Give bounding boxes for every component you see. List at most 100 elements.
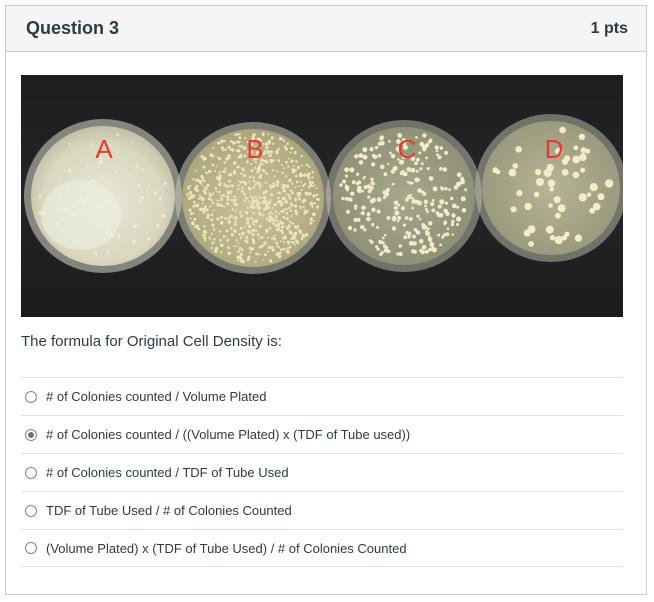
- colony: [269, 219, 272, 222]
- colony: [315, 187, 318, 190]
- colony: [536, 178, 544, 186]
- colony: [300, 188, 303, 192]
- colony: [237, 259, 240, 262]
- colony: [306, 209, 309, 213]
- colony: [198, 194, 201, 197]
- colony: [416, 214, 420, 218]
- colony: [303, 208, 306, 211]
- colony: [222, 235, 225, 238]
- colony: [492, 167, 499, 174]
- colony: [277, 196, 280, 200]
- colony: [207, 197, 211, 201]
- answer-option[interactable]: TDF of Tube Used / # of Colonies Counted: [21, 491, 623, 529]
- colony: [403, 235, 408, 240]
- colony: [258, 196, 261, 199]
- colony: [436, 153, 439, 156]
- colony: [206, 183, 210, 187]
- answer-option[interactable]: # of Colonies counted / ((Volume Plated)…: [21, 415, 623, 453]
- colony: [273, 175, 276, 178]
- colony: [309, 221, 313, 225]
- colony: [238, 233, 241, 236]
- colony: [348, 227, 352, 231]
- colony: [342, 179, 347, 184]
- colony: [416, 157, 420, 162]
- colony: [285, 193, 288, 196]
- colony: [382, 195, 387, 199]
- colony: [286, 142, 289, 145]
- colony: [252, 176, 255, 179]
- colony: [589, 207, 595, 214]
- colony: [262, 214, 265, 217]
- colony: [263, 241, 267, 245]
- colony: [426, 210, 429, 214]
- colony: [286, 250, 290, 254]
- colony: [431, 199, 435, 202]
- colony: [379, 164, 385, 170]
- colony: [271, 159, 275, 162]
- radio-icon[interactable]: [25, 390, 37, 403]
- colony: [464, 188, 468, 192]
- answer-option[interactable]: (Volume Plated) x (TDF of Tube Used) / #…: [21, 529, 623, 567]
- colony: [250, 169, 254, 173]
- colony: [439, 146, 444, 150]
- colony: [278, 212, 280, 215]
- colony: [257, 206, 261, 210]
- radio-icon[interactable]: [25, 542, 37, 554]
- colony: [398, 244, 402, 248]
- colony: [278, 246, 281, 249]
- colony: [157, 225, 160, 228]
- colony: [293, 236, 297, 240]
- colony: [267, 250, 270, 253]
- colony: [203, 180, 206, 183]
- colony: [260, 244, 264, 248]
- colony: [215, 176, 220, 180]
- colony: [242, 180, 246, 184]
- colony: [357, 188, 362, 194]
- colony: [369, 198, 375, 204]
- colony: [211, 241, 215, 245]
- colony: [297, 185, 300, 187]
- colony: [254, 195, 257, 199]
- colony: [288, 157, 291, 160]
- radio-icon[interactable]: [25, 466, 37, 479]
- colony: [281, 171, 284, 175]
- colony: [291, 191, 295, 195]
- radio-icon[interactable]: [25, 428, 37, 441]
- colony: [220, 141, 223, 144]
- colony: [376, 209, 381, 214]
- colony: [277, 254, 282, 259]
- answer-label: TDF of Tube Used / # of Colonies Counted: [46, 503, 292, 518]
- colony: [231, 208, 234, 211]
- colony: [445, 211, 450, 216]
- answer-option[interactable]: # of Colonies counted / TDF of Tube Used: [21, 453, 623, 491]
- colony: [159, 197, 162, 201]
- radio-icon[interactable]: [25, 504, 37, 517]
- colony: [414, 177, 420, 183]
- colony: [371, 207, 376, 212]
- colony: [237, 250, 240, 253]
- colony: [224, 217, 227, 220]
- colony: [242, 173, 246, 178]
- colony: [243, 199, 246, 202]
- colony: [284, 237, 288, 240]
- colony: [315, 193, 319, 197]
- answer-option[interactable]: # of Colonies counted / Volume Plated: [21, 377, 623, 415]
- colony: [288, 220, 292, 224]
- colony: [280, 163, 283, 166]
- colony: [393, 205, 398, 210]
- colony: [255, 252, 258, 256]
- colony: [279, 240, 282, 243]
- colony: [245, 197, 248, 200]
- colony: [226, 195, 230, 199]
- colony: [255, 181, 257, 183]
- colony: [370, 181, 375, 185]
- colony: [437, 204, 442, 209]
- colony: [256, 203, 260, 207]
- colony: [431, 247, 437, 253]
- colony: [382, 190, 387, 195]
- colony: [229, 214, 233, 218]
- colony: [510, 206, 517, 213]
- colony: [295, 160, 298, 163]
- colony: [238, 155, 241, 158]
- colony: [310, 201, 313, 204]
